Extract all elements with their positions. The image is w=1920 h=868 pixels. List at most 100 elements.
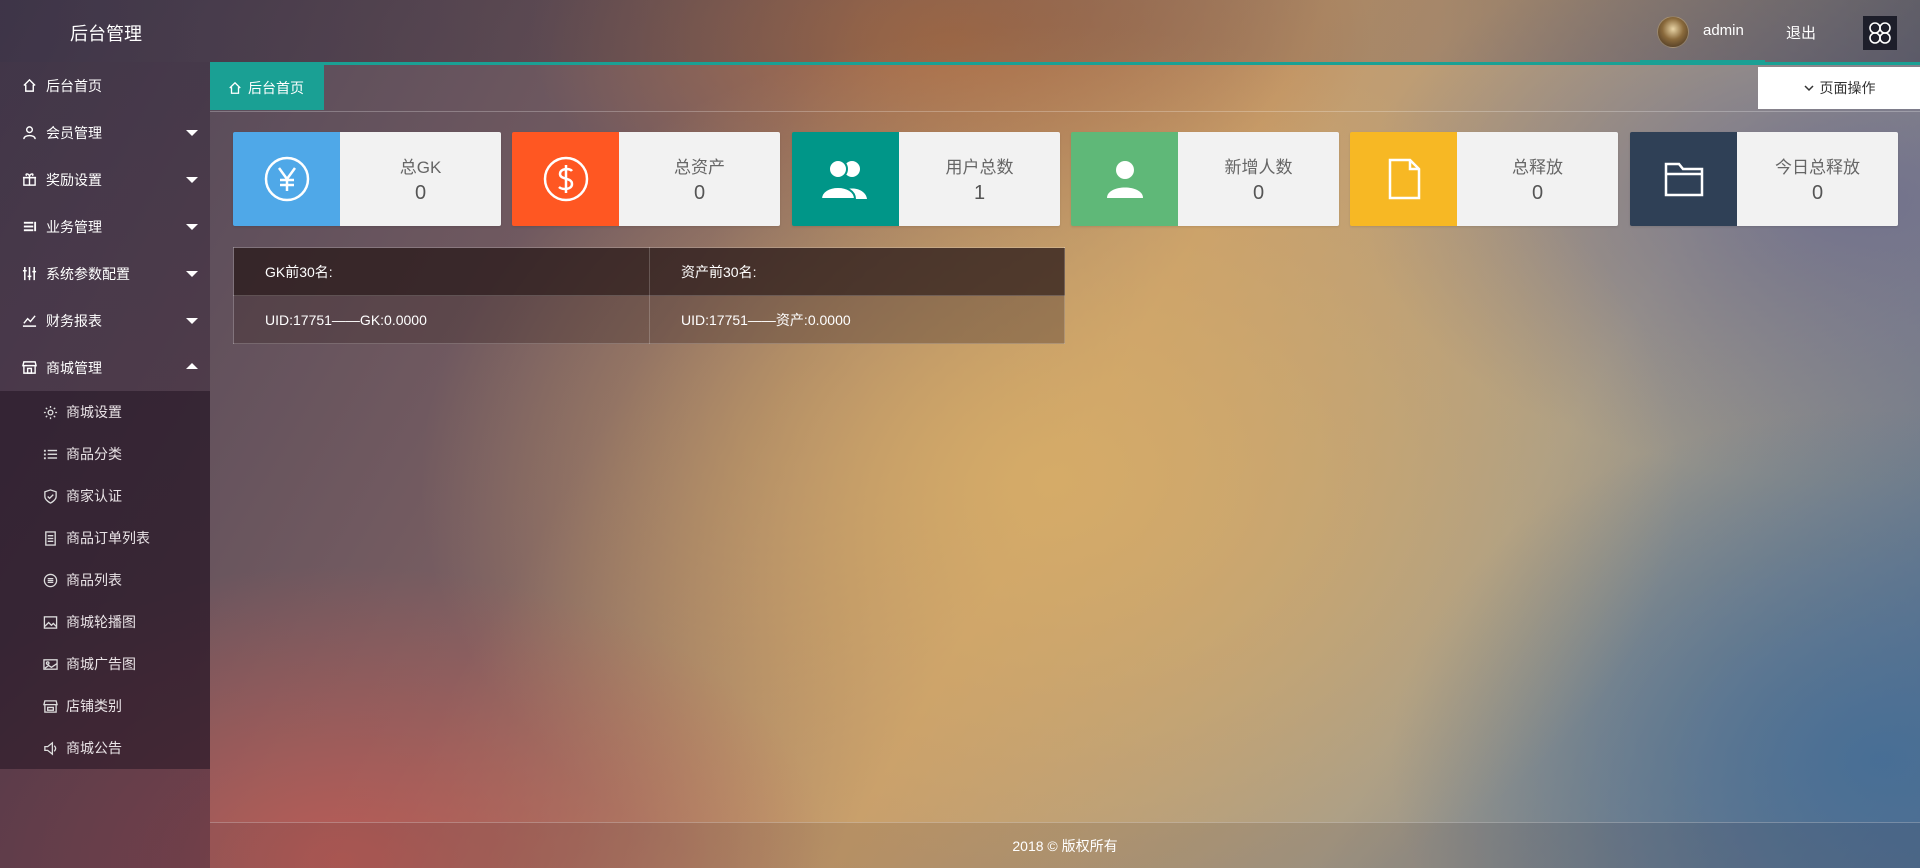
stat-card-total-users[interactable]: 用户总数 1 — [792, 132, 1060, 226]
submenu-item-label: 商品订单列表 — [66, 530, 150, 546]
stat-icon-box — [1350, 132, 1457, 226]
stat-icon-box — [1630, 132, 1737, 226]
circle-list-icon — [42, 572, 58, 588]
stat-card-total-gk[interactable]: 总GK 0 — [233, 132, 501, 226]
photo-icon — [42, 656, 58, 672]
stat-icon-box — [1071, 132, 1178, 226]
gear-icon — [42, 404, 58, 420]
stat-value: 0 — [1811, 182, 1824, 204]
chevron-up-icon — [186, 363, 198, 369]
table-header-row: GK前30名: 资产前30名: — [233, 247, 1065, 296]
users-icon — [819, 159, 867, 200]
submenu-item-label: 店铺类别 — [66, 698, 122, 714]
column-header-assets-top30: 资产前30名: — [649, 247, 1065, 296]
sidebar-item-home[interactable]: 后台首页 — [0, 62, 210, 109]
sidebar-item-mall[interactable]: 商城管理 — [0, 344, 210, 391]
dollar-icon — [543, 156, 588, 202]
chevron-down-icon — [186, 224, 198, 230]
stat-label: 总资产 — [674, 158, 725, 177]
list-icon — [42, 446, 58, 462]
tab-bar: 后台首页 页面操作 — [210, 65, 1920, 111]
stat-icon-box — [792, 132, 899, 226]
user-icon — [1106, 161, 1143, 198]
sidebar-item-rewards[interactable]: 奖励设置 — [0, 156, 210, 203]
stat-value: 0 — [1531, 182, 1544, 204]
sidebar-item-business[interactable]: 业务管理 — [0, 203, 210, 250]
stat-icon-box — [233, 132, 340, 226]
shield-check-icon — [42, 488, 58, 504]
sidebar-item-label: 会员管理 — [46, 124, 102, 141]
sidebar-item-label: 系统参数配置 — [46, 265, 130, 282]
user-icon — [20, 124, 38, 142]
speaker-icon — [42, 740, 58, 756]
stat-label: 今日总释放 — [1775, 158, 1860, 177]
stat-value: 0 — [414, 182, 427, 204]
submenu-item-label: 商城设置 — [66, 404, 122, 420]
submenu-item-carousel[interactable]: 商城轮播图 — [0, 601, 210, 643]
home-icon — [228, 81, 242, 95]
submenu-item-label: 商城轮播图 — [66, 614, 136, 630]
submenu-item-ads[interactable]: 商城广告图 — [0, 643, 210, 685]
shop-icon — [42, 698, 58, 714]
gift-icon — [20, 171, 38, 189]
sidebar-item-label: 商城管理 — [46, 359, 102, 376]
chevron-down-icon — [186, 130, 198, 136]
stat-text: 总释放 0 — [1457, 132, 1618, 226]
table-cell: UID:17751——资产:0.0000 — [649, 295, 1065, 344]
stat-text: 用户总数 1 — [899, 132, 1060, 226]
copyright-text: 2018 © 版权所有 — [1012, 837, 1118, 854]
chevron-down-icon — [186, 177, 198, 183]
logout-link[interactable]: 退出 — [1786, 22, 1816, 43]
submenu-item-label: 商品分类 — [66, 446, 122, 462]
mall-submenu: 商城设置 商品分类 商家认证 商品订单列表 商品列表 商城轮播图 商城广告图 店… — [0, 391, 210, 769]
table-cell: UID:17751——GK:0.0000 — [233, 295, 650, 344]
page-operations-button[interactable]: 页面操作 — [1758, 67, 1920, 109]
tab-home[interactable]: 后台首页 — [210, 65, 324, 110]
stat-label: 总GK — [399, 158, 442, 177]
yen-icon — [264, 156, 309, 202]
submenu-item-shop-types[interactable]: 店铺类别 — [0, 685, 210, 727]
sidebar-item-members[interactable]: 会员管理 — [0, 109, 210, 156]
list-icon — [20, 218, 38, 236]
stat-value: 0 — [693, 182, 706, 204]
chevron-down-icon — [1803, 82, 1815, 94]
sidebar-item-finance[interactable]: 财务报表 — [0, 297, 210, 344]
submenu-item-orders[interactable]: 商品订单列表 — [0, 517, 210, 559]
submenu-item-products[interactable]: 商品列表 — [0, 559, 210, 601]
sidebar-item-label: 财务报表 — [46, 312, 102, 329]
submenu-item-merchant-cert[interactable]: 商家认证 — [0, 475, 210, 517]
sidebar-item-label: 后台首页 — [46, 77, 102, 94]
submenu-item-announcements[interactable]: 商城公告 — [0, 727, 210, 769]
table-row: UID:17751——GK:0.0000 UID:17751——资产:0.000… — [233, 295, 1065, 344]
submenu-item-label: 商城公告 — [66, 740, 122, 756]
folder-icon — [1664, 162, 1703, 197]
stat-card-total-assets[interactable]: 总资产 0 — [512, 132, 780, 226]
sidebar-item-label: 奖励设置 — [46, 171, 102, 188]
submenu-item-label: 商品列表 — [66, 572, 122, 588]
avatar[interactable] — [1657, 16, 1689, 48]
submenu-item-categories[interactable]: 商品分类 — [0, 433, 210, 475]
stat-value: 1 — [973, 182, 986, 204]
home-icon — [20, 77, 38, 95]
column-header-gk-top30: GK前30名: — [233, 247, 650, 296]
sidebar-item-system-config[interactable]: 系统参数配置 — [0, 250, 210, 297]
page-operations-label: 页面操作 — [1819, 80, 1876, 96]
stat-card-today-release[interactable]: 今日总释放 0 — [1630, 132, 1898, 226]
stat-label: 总释放 — [1512, 158, 1563, 177]
tab-label: 后台首页 — [248, 79, 304, 96]
submenu-item-label: 商城广告图 — [66, 656, 136, 672]
stat-text: 新增人数 0 — [1178, 132, 1339, 226]
sliders-icon — [20, 265, 38, 283]
submenu-item-mall-settings[interactable]: 商城设置 — [0, 391, 210, 433]
sidebar: 后台首页 会员管理 奖励设置 业务管理 系统参数配置 财务报表 商城管理 商城设… — [0, 62, 210, 868]
stat-card-total-release[interactable]: 总释放 0 — [1350, 132, 1618, 226]
logo-icon[interactable] — [1863, 16, 1897, 50]
app-title: 后台管理 — [70, 24, 142, 44]
username-link[interactable]: admin — [1703, 22, 1744, 39]
stat-card-new-users[interactable]: 新增人数 0 — [1071, 132, 1339, 226]
stat-label: 新增人数 — [1224, 158, 1293, 177]
ranking-table: GK前30名: 资产前30名: UID:17751——GK:0.0000 UID… — [233, 247, 1065, 344]
stat-value: 0 — [1252, 182, 1265, 204]
chevron-down-icon — [186, 318, 198, 324]
stat-text: 总资产 0 — [619, 132, 780, 226]
